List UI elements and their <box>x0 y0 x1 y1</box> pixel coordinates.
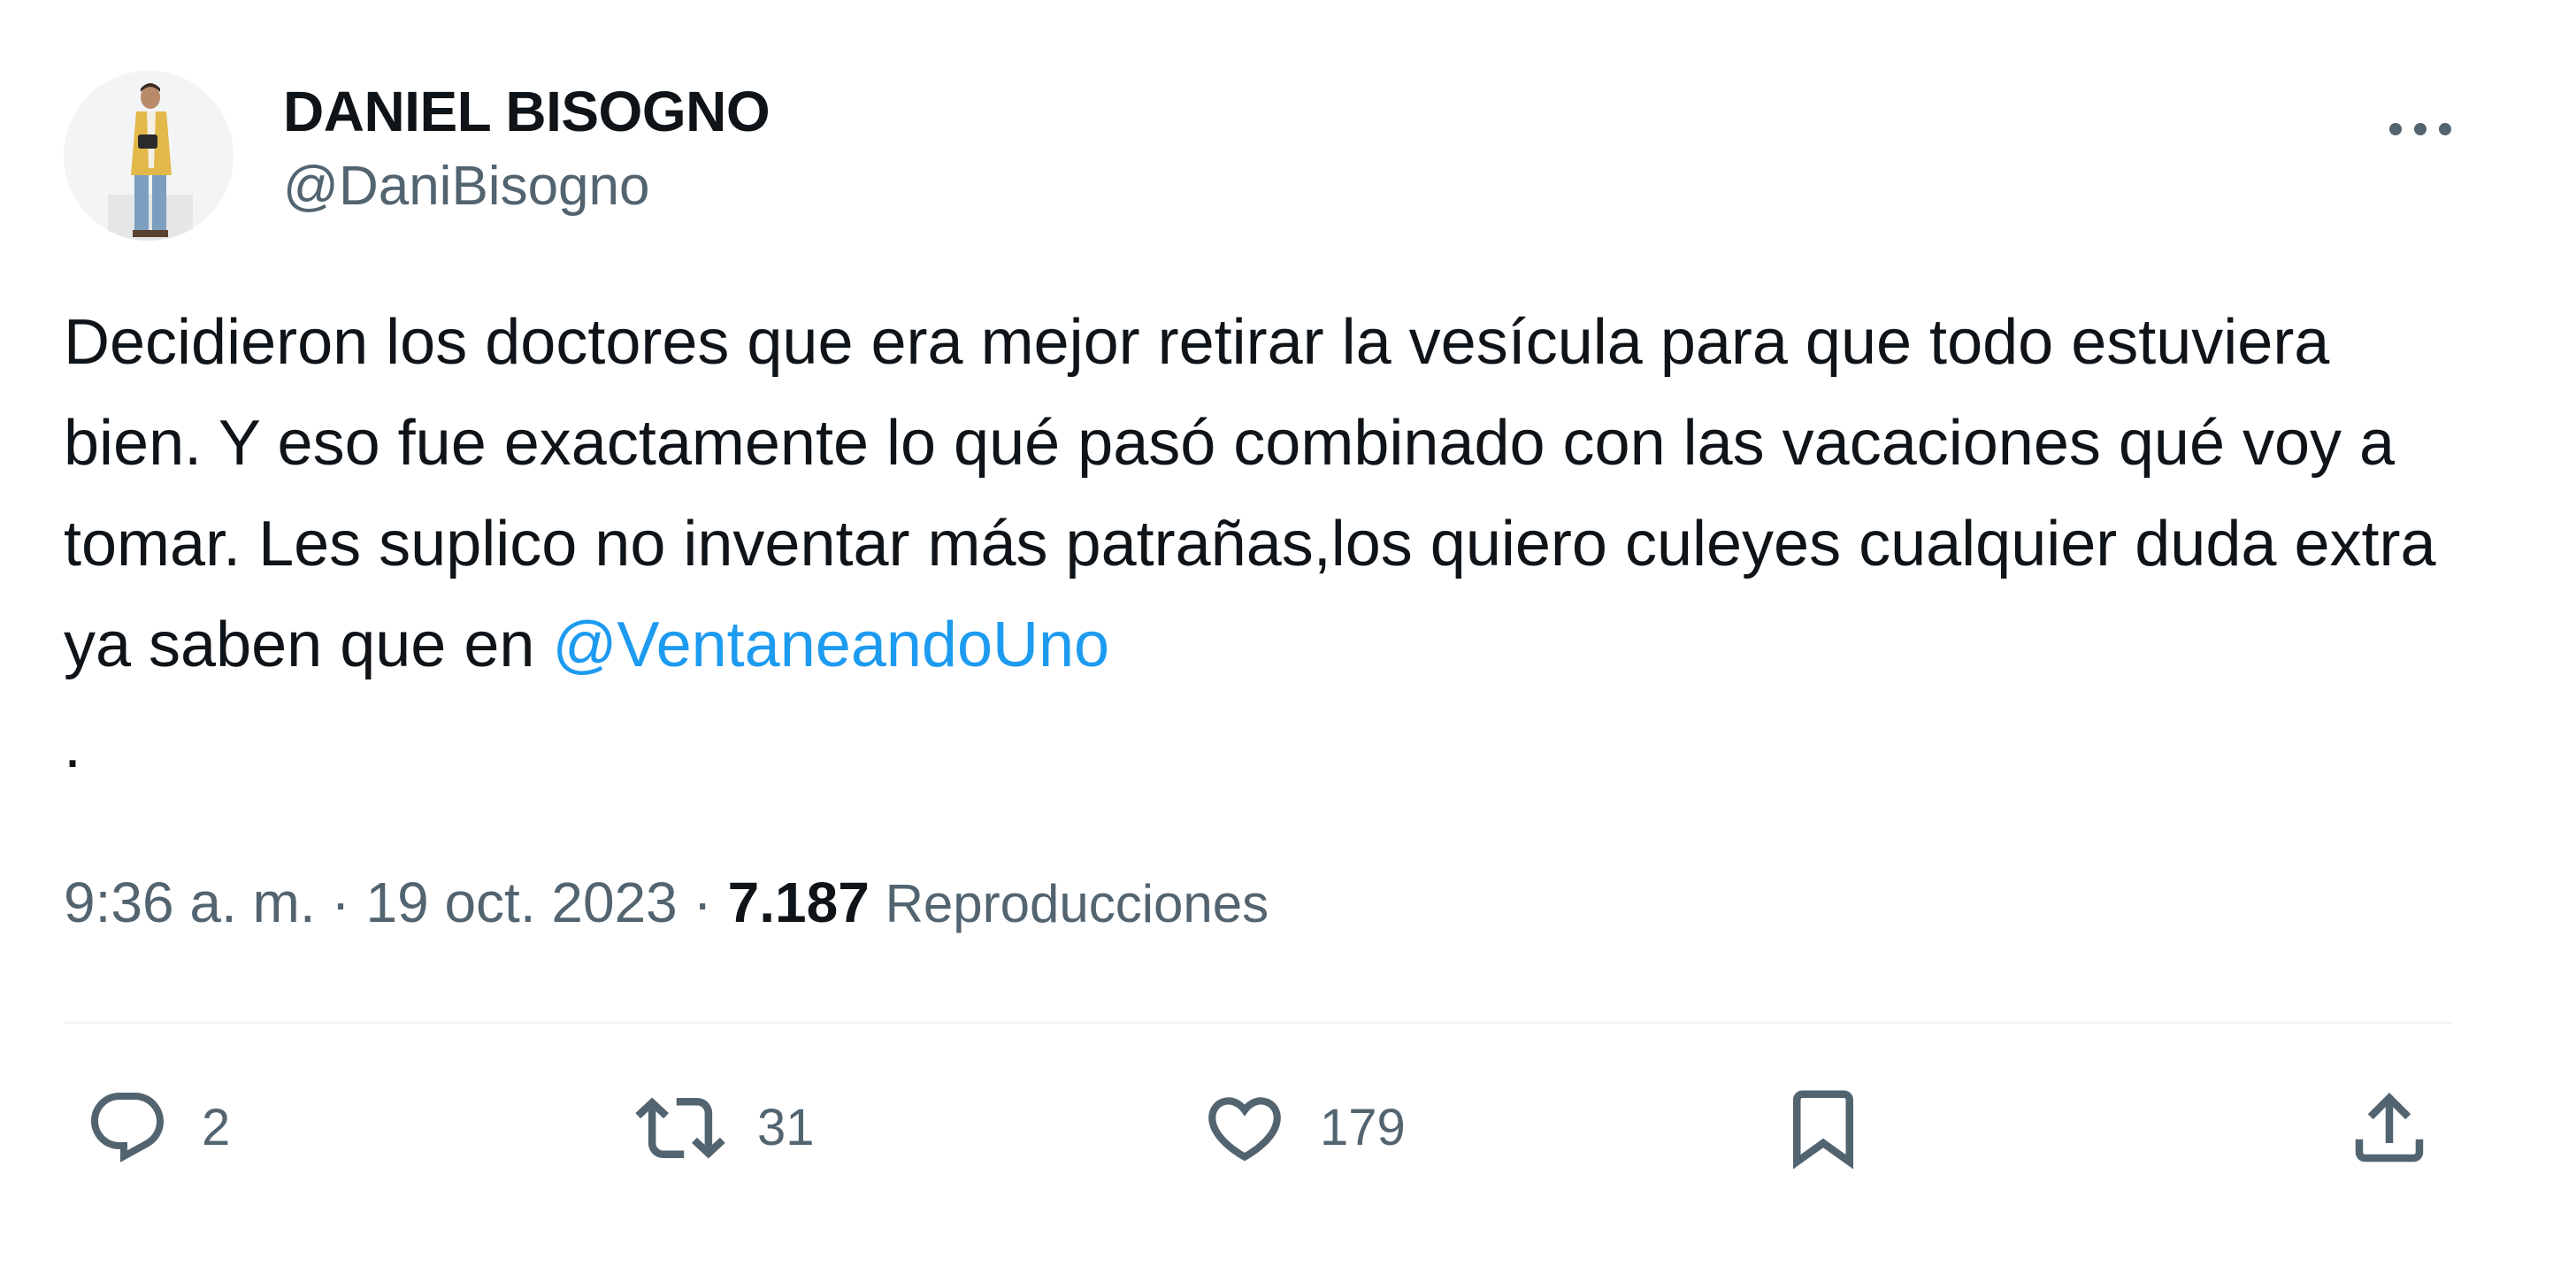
reply-button[interactable]: 2 <box>85 1075 230 1181</box>
heart-icon <box>1208 1097 1281 1162</box>
tweet-date[interactable]: 19 oct. 2023 <box>365 871 677 934</box>
tweet[interactable]: DANIEL BISOGNO @DaniBisogno Decidieron l… <box>64 0 2452 1274</box>
author-names: DANIEL BISOGNO @DaniBisogno <box>283 76 770 226</box>
retweet-button[interactable]: 31 <box>635 1075 815 1181</box>
avatar[interactable] <box>64 71 234 241</box>
share-button[interactable] <box>2344 1075 2434 1181</box>
divider <box>64 1022 2452 1024</box>
more-icon <box>2389 123 2451 135</box>
like-button[interactable]: 179 <box>1201 1075 1406 1181</box>
tweet-header: DANIEL BISOGNO @DaniBisogno <box>64 71 2452 248</box>
reply-count: 2 <box>202 1099 231 1156</box>
more-options-button[interactable] <box>2346 94 2452 165</box>
author-handle[interactable]: @DaniBisogno <box>283 147 770 226</box>
share-icon <box>2355 1093 2424 1163</box>
tweet-meta: 9:36 a. m. · 19 oct. 2023 · 7.187 Reprod… <box>64 867 1269 940</box>
tweet-text: Decidieron los doctores que era mejor re… <box>64 292 2452 796</box>
author-display-name[interactable]: DANIEL BISOGNO <box>283 76 770 147</box>
views-count: 7.187 <box>727 871 870 934</box>
tweet-text-main: Decidieron los doctores que era mejor re… <box>64 307 2436 680</box>
action-bar: 2 31 179 <box>64 1075 2452 1181</box>
meta-separator: · <box>677 871 728 934</box>
avatar-image <box>64 71 234 241</box>
views-label: Reproducciones <box>885 874 1269 933</box>
like-count: 179 <box>1320 1099 1406 1156</box>
tweet-time[interactable]: 9:36 a. m. <box>64 871 316 934</box>
meta-separator: · <box>315 871 366 934</box>
reply-icon <box>91 1093 165 1163</box>
bookmark-button[interactable] <box>1778 1075 1868 1181</box>
retweet-count: 31 <box>757 1099 815 1156</box>
tweet-text-end: . <box>64 710 82 781</box>
bookmark-icon <box>1793 1090 1853 1170</box>
retweet-icon <box>635 1097 725 1159</box>
mention-link[interactable]: @VentaneandoUno <box>552 610 1109 680</box>
